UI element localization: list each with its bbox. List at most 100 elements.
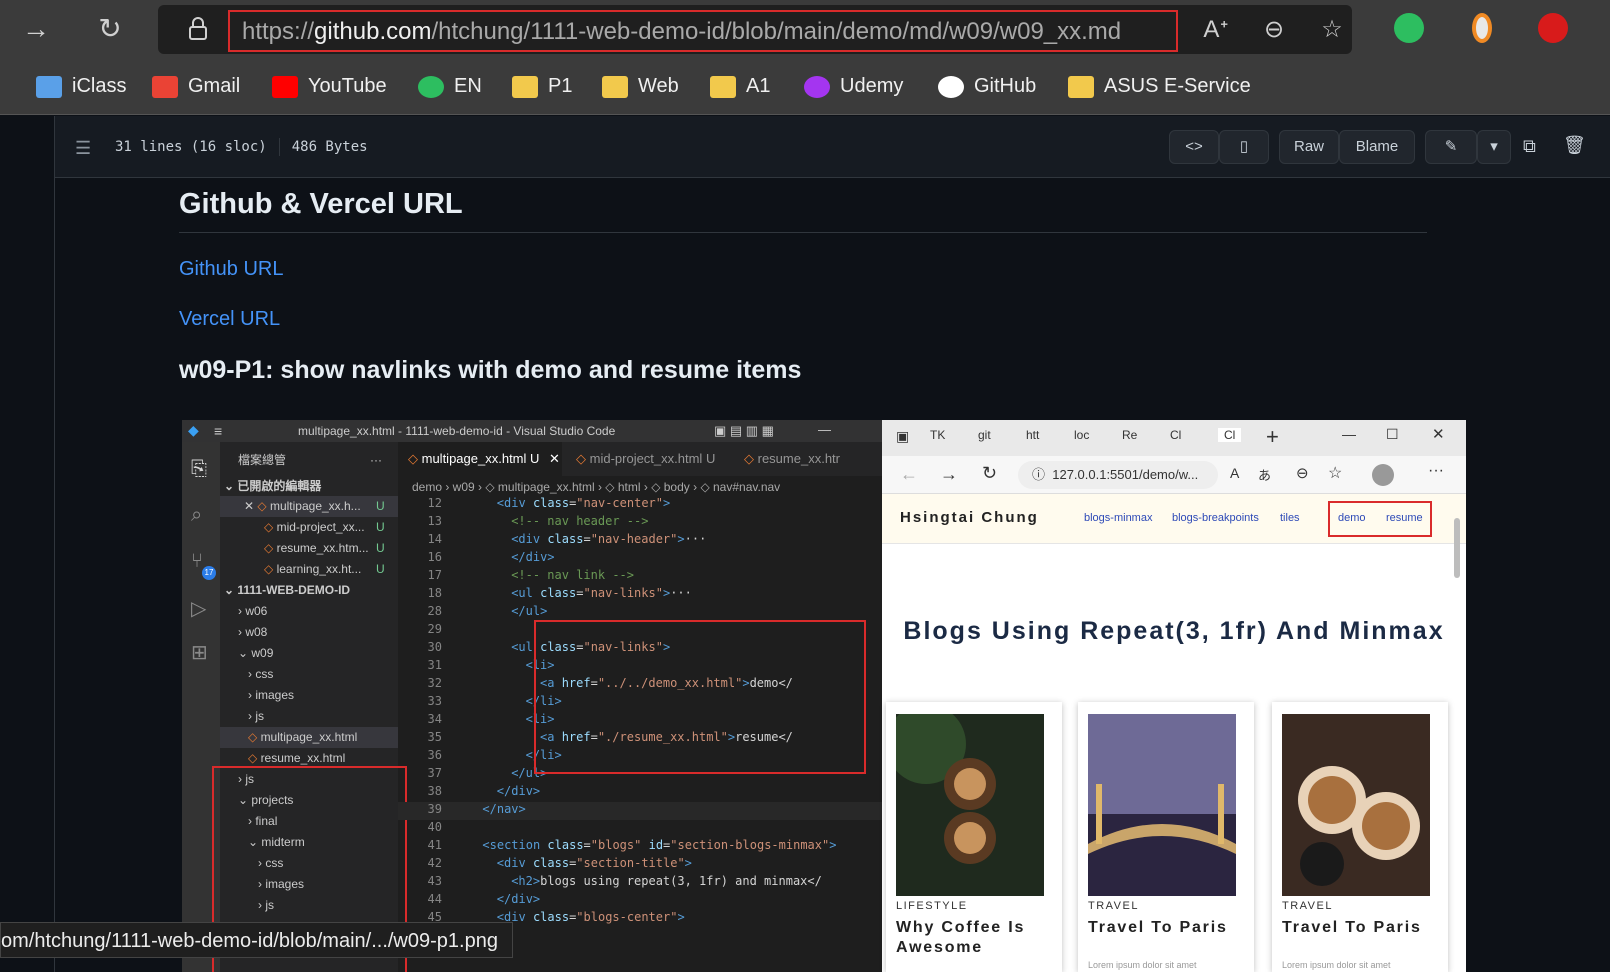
forward-icon[interactable]: → — [18, 12, 54, 46]
explorer-icon[interactable]: ⎘ — [191, 458, 207, 481]
extensions-icon[interactable]: ⊞ — [191, 640, 208, 665]
code-line[interactable]: <h2>blogs using repeat(3, 1fr) and minma… — [511, 874, 822, 888]
card-title[interactable]: Why Coffee Is Awesome — [896, 918, 1056, 958]
bookmark-udemy[interactable]: Udemy — [804, 72, 903, 100]
open-editor-item[interactable]: ◇ learning_xx.ht... U — [220, 559, 398, 580]
nav-link-blogs-breakpoints[interactable]: blogs-breakpoints — [1172, 512, 1259, 524]
preview-url[interactable]: ⓘ 127.0.0.1:5501/demo/w... — [1018, 461, 1218, 489]
blog-card[interactable]: LIFESTYLE Why Coffee Is Awesome — [886, 702, 1062, 972]
vercel-url-link[interactable]: Vercel URL — [179, 308, 280, 331]
code-line[interactable]: </ul> — [511, 604, 547, 618]
code-line[interactable]: </div> — [511, 550, 554, 564]
edit-pencil-icon[interactable]: ✎ — [1425, 130, 1477, 164]
site-brand[interactable]: Hsingtai Chung — [900, 509, 1039, 526]
code-line[interactable]: <section class="blogs" id="section-blogs… — [482, 838, 836, 852]
tab-multipage[interactable]: ◇ multipage_xx.html U ✕ — [398, 442, 562, 476]
github-url-link[interactable]: Github URL — [179, 258, 284, 281]
tab-actions-icon[interactable]: ▣ — [896, 428, 909, 445]
adblock-extension-icon[interactable] — [1538, 13, 1568, 43]
close-tab-icon[interactable]: ✕ — [549, 451, 560, 466]
favorite-add-icon[interactable]: ☆ — [1316, 15, 1348, 44]
code-line[interactable]: <div class="nav-header">··· — [511, 532, 706, 546]
evernote-extension-icon[interactable] — [1394, 13, 1424, 43]
lock-icon[interactable] — [188, 17, 208, 41]
code-line[interactable]: <div class="nav-center"> — [497, 496, 670, 510]
layout-icon[interactable]: ▣ ▤ ▥ ▦ — [714, 423, 774, 439]
copy-icon[interactable]: ⧉ — [1523, 136, 1536, 157]
tree-item[interactable]: › w06 — [220, 601, 398, 622]
code-line[interactable]: <div class="section-title"> — [497, 856, 692, 870]
list-icon[interactable]: ☰ — [75, 138, 91, 159]
preview-tab[interactable]: htt — [1026, 428, 1039, 442]
preview-tab[interactable]: loc — [1074, 428, 1089, 442]
bookmark-asus[interactable]: ASUS E-Service — [1068, 72, 1251, 100]
run-debug-icon[interactable]: ▷ — [191, 596, 206, 621]
nav-link-resume[interactable]: resume — [1386, 512, 1423, 524]
blog-card[interactable]: TRAVEL Travel To Paris Lorem ipsum dolor… — [1078, 702, 1254, 972]
refresh-icon[interactable]: ↻ — [92, 12, 128, 46]
editor-breadcrumb[interactable]: demo › w09 › ◇ multipage_xx.html › ◇ htm… — [398, 476, 882, 498]
card-title[interactable]: Travel To Paris — [1282, 918, 1442, 938]
profile-avatar[interactable] — [1372, 464, 1394, 486]
back-icon[interactable]: ← — [900, 464, 918, 485]
translate-icon[interactable]: あ — [1258, 465, 1271, 484]
bookmark-web[interactable]: Web — [602, 72, 679, 100]
source-control-icon[interactable]: ⑂ — [191, 550, 203, 573]
preview-tab[interactable]: Cl — [1218, 428, 1242, 442]
w09-p1-screenshot[interactable]: ◆ ≡ multipage_xx.html - 1111-web-demo-id… — [182, 420, 1466, 972]
forward-icon[interactable]: → — [940, 464, 958, 485]
bookmark-a1[interactable]: A1 — [710, 72, 770, 100]
scrollbar[interactable] — [1454, 518, 1460, 578]
tree-item[interactable]: › w08 — [220, 622, 398, 643]
preview-tab[interactable]: Cl — [1170, 428, 1181, 442]
open-editors-header[interactable]: ⌄ 已開啟的編輯器 — [224, 476, 402, 497]
blame-button[interactable]: Blame — [1339, 130, 1415, 164]
refresh-icon[interactable]: ↻ — [982, 463, 997, 484]
minimize-icon[interactable]: — — [818, 422, 831, 437]
raw-button[interactable]: Raw — [1279, 130, 1339, 164]
tree-item[interactable]: › css — [220, 664, 398, 685]
tree-item[interactable]: ⌄ w09 — [220, 643, 398, 664]
preview-tab[interactable]: Re — [1122, 428, 1137, 442]
tree-item[interactable]: › images — [220, 685, 398, 706]
favorite-icon[interactable]: ☆ — [1328, 463, 1342, 483]
zoom-icon[interactable]: ⊖ — [1296, 464, 1309, 482]
tree-item[interactable]: ◇ multipage_xx.html — [220, 727, 398, 748]
card-title[interactable]: Travel To Paris — [1088, 918, 1248, 938]
tab-resume[interactable]: ◇ resume_xx.htr — [734, 442, 882, 476]
new-tab-icon[interactable]: + — [1266, 424, 1279, 450]
tree-item[interactable]: › js — [220, 706, 398, 727]
blog-card[interactable]: TRAVEL Travel To Paris Lorem ipsum dolor… — [1272, 702, 1448, 972]
bookmark-gmail[interactable]: Gmail — [152, 72, 240, 100]
repo-header[interactable]: ⌄ 1111-WEB-DEMO-ID — [224, 580, 402, 601]
code-line[interactable]: </div> — [497, 892, 540, 906]
preview-tab[interactable]: TK — [930, 428, 945, 442]
trash-icon[interactable]: 🗑 — [1563, 135, 1586, 156]
tab-mid-project[interactable]: ◇ mid-project_xx.html U — [566, 442, 728, 476]
code-line[interactable]: </nav> — [482, 802, 525, 816]
zoom-icon[interactable]: ⊖ — [1258, 15, 1290, 44]
code-line[interactable]: </div> — [497, 784, 540, 798]
nav-link-demo[interactable]: demo — [1338, 512, 1366, 524]
read-aloud-icon[interactable]: Aᐩ — [1200, 15, 1232, 44]
nav-link-blogs-minmax[interactable]: blogs-minmax — [1084, 512, 1152, 524]
address-bar[interactable]: https://github.com/htchung/1111-web-demo… — [158, 5, 1352, 54]
code-line[interactable]: <!-- nav header --> — [511, 514, 648, 528]
open-editor-item[interactable]: ✕ ◇ multipage_xx.h... U — [220, 496, 398, 517]
bookmark-github[interactable]: GitHub — [938, 72, 1036, 100]
bookmark-en[interactable]: EN — [418, 72, 482, 100]
bookmark-p1[interactable]: P1 — [512, 72, 572, 100]
menu-icon[interactable]: ≡ — [214, 423, 222, 439]
nav-link-tiles[interactable]: tiles — [1280, 512, 1300, 524]
bookmark-iclass[interactable]: iClass — [36, 72, 126, 100]
open-editor-item[interactable]: ◇ mid-project_xx... U — [220, 517, 398, 538]
edit-dropdown-chevron-icon[interactable]: ▾ — [1477, 130, 1511, 164]
code-view-button[interactable]: <> — [1169, 130, 1219, 164]
maximize-icon[interactable]: ☐ — [1386, 426, 1399, 443]
extension-icon[interactable] — [1472, 13, 1492, 43]
code-line[interactable]: <!-- nav link --> — [511, 568, 634, 582]
open-editor-item[interactable]: ◇ resume_xx.htm... U — [220, 538, 398, 559]
more-icon[interactable]: ··· — [1428, 462, 1444, 480]
close-window-icon[interactable]: ✕ — [1432, 425, 1445, 443]
bookmark-youtube[interactable]: YouTube — [272, 72, 387, 100]
